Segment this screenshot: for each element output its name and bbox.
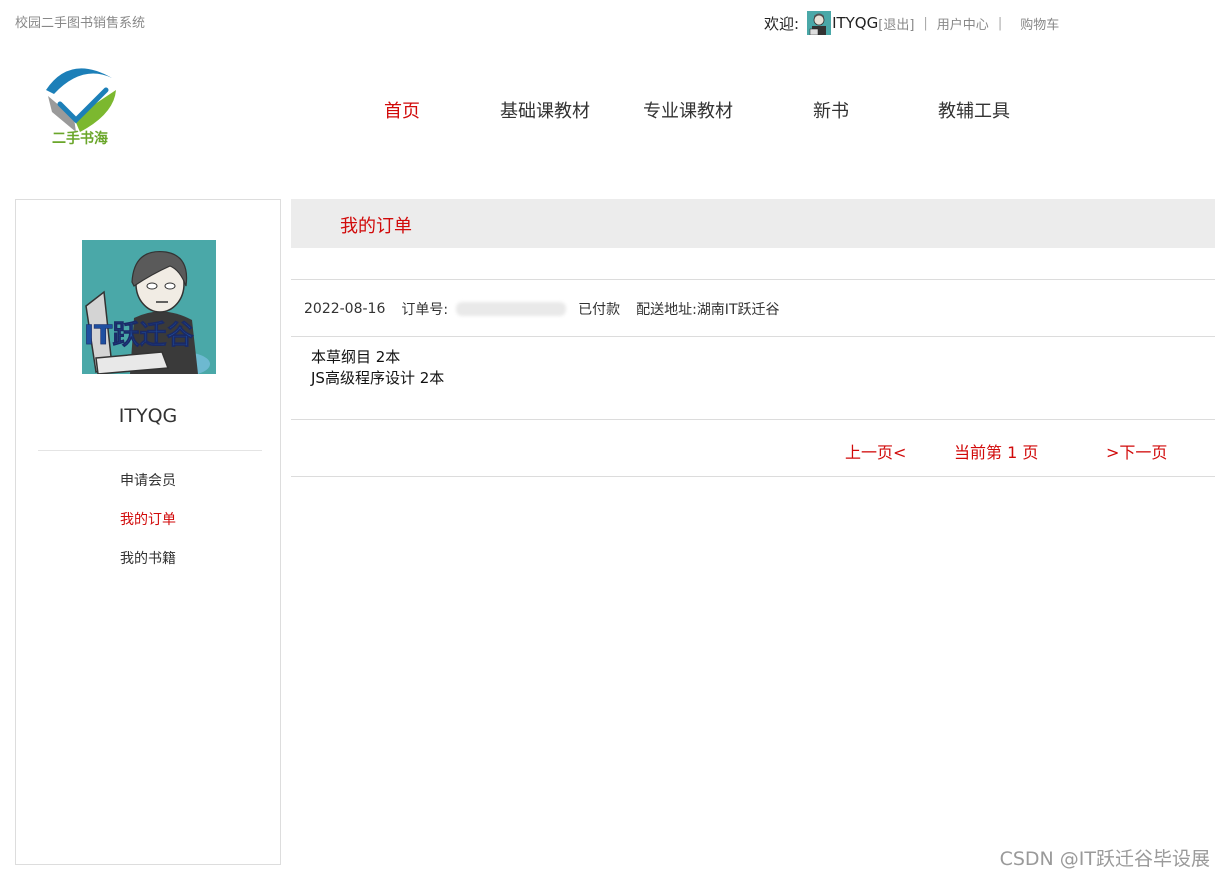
main-nav: 首页 基础课教材 专业课教材 新书 教辅工具: [0, 97, 1225, 123]
order-item: JS高级程序设计 2本: [311, 369, 445, 387]
welcome-label: 欢迎:: [764, 14, 800, 33]
address-label: 配送地址:: [636, 302, 697, 318]
next-page-link[interactable]: >下一页: [1106, 439, 1167, 463]
order-number-redacted: [456, 302, 567, 316]
orders-header: 我的订单: [291, 199, 1215, 248]
nav-item-home[interactable]: 首页: [384, 97, 420, 123]
site-name: 校园二手图书销售系统: [15, 16, 146, 31]
nav-item-new-books[interactable]: 新书: [813, 97, 849, 123]
sidebar-item-apply-member[interactable]: 申请会员: [16, 472, 280, 511]
nav-item-basic-textbooks[interactable]: 基础课教材: [500, 97, 590, 123]
cartoon-programmer-avatar: IT跃迁谷: [82, 240, 216, 374]
sidebar-item-my-books[interactable]: 我的书籍: [16, 550, 280, 589]
order-date: 2022-08-16: [304, 301, 386, 317]
order-meta-row: 2022-08-16 订单号: 已付款 配送地址: 湖南IT跃迁谷: [304, 299, 780, 319]
logo-text: 二手书海: [52, 131, 108, 147]
sidebar-menu: 申请会员 我的订单 我的书籍: [16, 472, 280, 589]
sidebar-username: ITYQG: [118, 405, 178, 427]
watermark: CSDN @IT跃迁谷毕设展: [999, 848, 1210, 870]
user-center-link[interactable]: 用户中心: [937, 14, 989, 33]
order-items: 本草纲目 2本 JS高级程序设计 2本: [311, 347, 444, 389]
user-mini-avatar[interactable]: [807, 11, 832, 35]
current-page-indicator: 当前第 1 页: [954, 443, 1039, 462]
separator: |: [923, 15, 928, 31]
order-item: 本草纲目 2本: [311, 348, 401, 366]
order-status: 已付款: [578, 302, 621, 318]
user-bar: 欢迎: ITYQG [退出] | 用户中心 | 购物车: [764, 10, 1059, 36]
nav-item-major-textbooks[interactable]: 专业课教材: [643, 97, 733, 123]
divider: [291, 279, 1215, 280]
user-sidebar: IT跃迁谷 ITYQG 申请会员 我的订单 我的书籍: [15, 199, 281, 865]
separator: |: [997, 15, 1003, 31]
divider: [38, 450, 262, 451]
logout-link[interactable]: [退出]: [878, 14, 914, 33]
delivery-address: 湖南IT跃迁谷: [696, 302, 780, 318]
order-no-label: 订单号:: [401, 302, 449, 318]
username: ITYQG: [832, 14, 879, 32]
divider: [291, 336, 1215, 337]
nav-item-study-tools[interactable]: 教辅工具: [938, 97, 1010, 123]
divider: [291, 476, 1215, 477]
avatar-watermark-text: IT跃迁谷: [84, 320, 194, 351]
sidebar-item-my-orders[interactable]: 我的订单: [16, 511, 280, 550]
prev-page-link[interactable]: 上一页<: [845, 439, 906, 463]
page-title: 我的订单: [340, 216, 412, 237]
cart-link[interactable]: 购物车: [1020, 14, 1059, 33]
divider: [291, 419, 1215, 420]
